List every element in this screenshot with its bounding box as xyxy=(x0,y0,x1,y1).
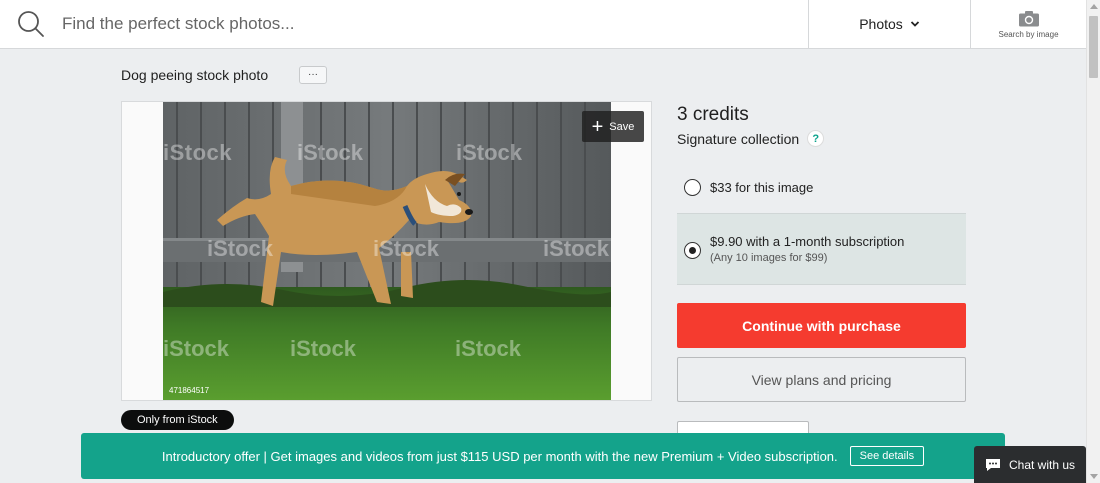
camera-icon xyxy=(1018,10,1039,26)
page-title: Dog peeing stock photo xyxy=(121,67,269,83)
more-options-button[interactable]: ··· xyxy=(299,66,327,84)
top-search-bar: Photos Search by image xyxy=(0,0,1086,49)
watermark-text: iStock xyxy=(163,140,232,165)
exclusive-badge: Only from iStock xyxy=(121,410,234,430)
chevron-down-icon xyxy=(910,21,919,27)
search-by-image-button[interactable]: Search by image xyxy=(970,0,1086,48)
promo-banner: Introductory offer | Get images and vide… xyxy=(81,433,1005,479)
collection-name: Signature collection xyxy=(677,130,800,147)
search-area xyxy=(0,0,808,48)
watermark-text: iStock xyxy=(207,236,274,261)
collection-label: Signature collection ? xyxy=(677,130,825,147)
price-option-subscription-note: (Any 10 images for $99) xyxy=(710,252,828,264)
media-type-dropdown[interactable]: Photos xyxy=(808,0,970,48)
chat-button[interactable]: Chat with us xyxy=(974,446,1086,483)
watermark-text: iStock xyxy=(456,140,523,165)
price-option-subscription-text: $9.90 with a 1-month subscription (Any 1… xyxy=(710,234,904,264)
price-option-single-label: $33 for this image xyxy=(710,180,814,195)
image-panel: iStock iStock iStock iStock iStock iStoc… xyxy=(121,101,652,401)
search-by-image-label: Search by image xyxy=(998,29,1059,39)
watermark-text: iStock xyxy=(373,236,440,261)
plus-icon: + xyxy=(591,115,604,138)
scroll-up-arrow-icon[interactable] xyxy=(1090,4,1098,9)
watermark-text: iStock xyxy=(290,336,357,361)
promo-text: Introductory offer | Get images and vide… xyxy=(161,448,838,464)
scroll-thumb[interactable] xyxy=(1089,16,1098,78)
view-plans-button[interactable]: View plans and pricing xyxy=(677,357,966,402)
media-type-label: Photos xyxy=(859,16,903,32)
radio-subscription[interactable] xyxy=(684,242,701,259)
continue-purchase-button[interactable]: Continue with purchase xyxy=(677,303,966,348)
credits-price: 3 credits xyxy=(677,104,749,125)
see-details-button[interactable]: See details xyxy=(849,446,925,466)
chat-bubble-icon xyxy=(985,458,1000,471)
chat-label: Chat with us xyxy=(1008,457,1076,472)
watermark-text: iStock xyxy=(297,140,364,165)
save-label: Save xyxy=(609,120,635,133)
stock-photo[interactable]: iStock iStock iStock iStock iStock iStoc… xyxy=(163,102,611,400)
photo-id: 471864517 xyxy=(169,386,210,395)
price-option-subscription-label: $9.90 with a 1-month subscription xyxy=(710,234,905,249)
scroll-down-arrow-icon[interactable] xyxy=(1090,474,1098,479)
help-icon[interactable]: ? xyxy=(807,130,825,147)
page-scrollbar[interactable] xyxy=(1086,0,1100,483)
watermark-text: iStock xyxy=(163,336,230,361)
watermark-text: iStock xyxy=(455,336,522,361)
photo-illustration: iStock iStock iStock iStock iStock iStoc… xyxy=(163,102,611,400)
price-option-single[interactable]: $33 for this image xyxy=(677,163,966,212)
search-icon[interactable] xyxy=(17,10,45,38)
watermark-text: iStock xyxy=(543,236,610,261)
save-button[interactable]: + Save xyxy=(582,111,644,142)
search-input[interactable] xyxy=(62,14,762,34)
radio-single[interactable] xyxy=(684,179,701,196)
price-option-subscription[interactable]: $9.90 with a 1-month subscription (Any 1… xyxy=(677,213,966,285)
